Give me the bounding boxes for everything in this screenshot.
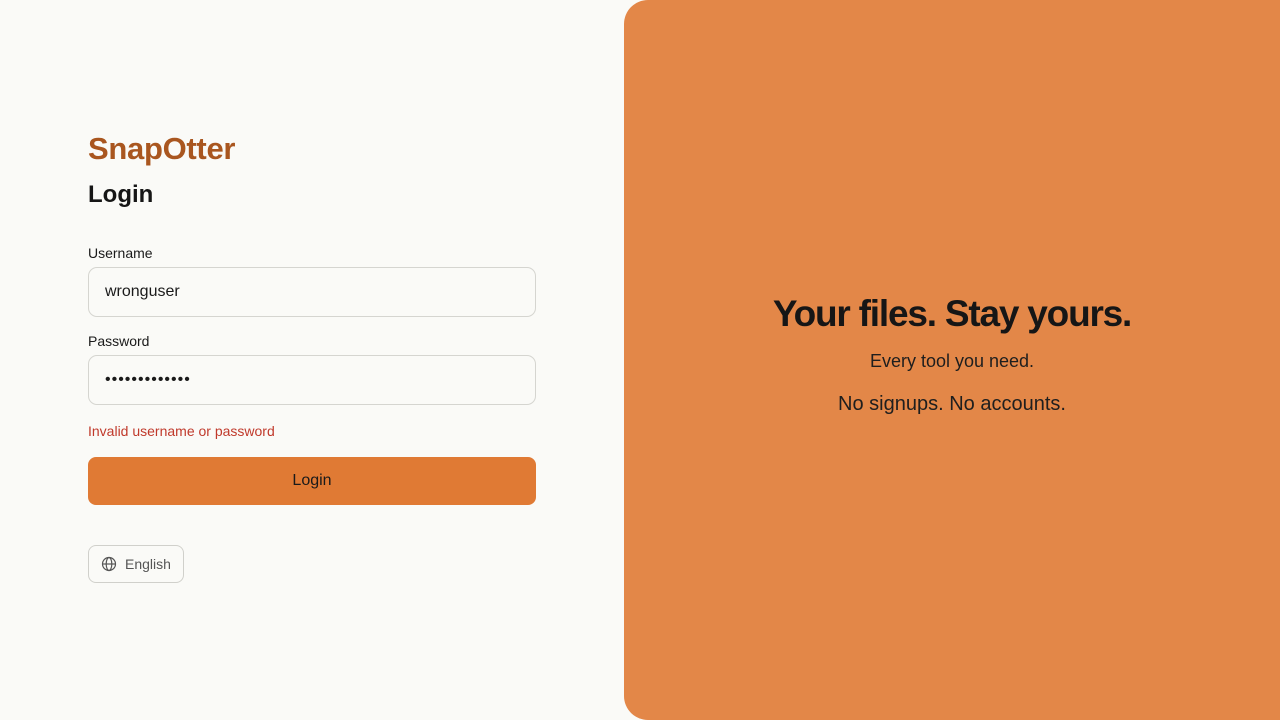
password-field[interactable] xyxy=(88,355,536,405)
page-title: Login xyxy=(88,181,154,208)
hero-content: Your files. Stay yours. Every tool you n… xyxy=(624,292,1280,416)
login-panel: SnapOtter Login Username Password Invali… xyxy=(0,0,624,720)
username-field[interactable] xyxy=(88,267,536,317)
login-button[interactable]: Login xyxy=(88,457,536,505)
password-label: Password xyxy=(88,333,150,349)
hero-title: Your files. Stay yours. xyxy=(772,293,1132,334)
brand-logo: SnapOtter xyxy=(88,131,236,166)
hero-panel: Your files. Stay yours. Every tool you n… xyxy=(624,0,1280,720)
hero-tagline: No signups. No accounts. xyxy=(838,393,1066,415)
error-message: Invalid username or password xyxy=(88,423,275,439)
hero-subtitle: Every tool you need. xyxy=(869,351,1035,371)
login-form: SnapOtter Login Username Password Invali… xyxy=(88,130,536,583)
globe-icon xyxy=(101,556,117,572)
username-label: Username xyxy=(88,245,153,261)
language-button[interactable]: English xyxy=(88,545,184,583)
language-label: English xyxy=(125,556,171,572)
login-page: SnapOtter Login Username Password Invali… xyxy=(0,0,1280,720)
